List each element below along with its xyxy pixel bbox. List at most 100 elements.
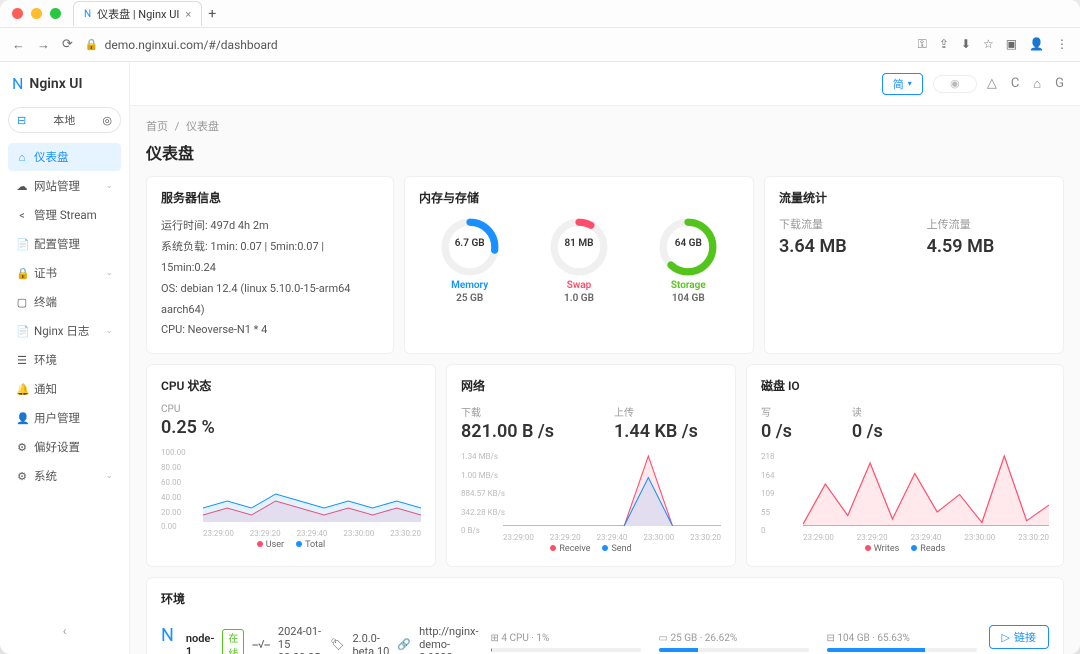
forward-icon[interactable]: → — [37, 37, 50, 53]
menu-icon[interactable]: ⋮ — [1056, 37, 1068, 52]
network-card: 网络 下载 821.00 B /s 上传 1.44 KB /s 1.34 M — [446, 364, 736, 567]
close-tab-icon[interactable]: × — [185, 8, 191, 21]
breadcrumb: 首页 / 仪表盘 — [146, 118, 1064, 134]
memory-icon: ▭ — [659, 633, 668, 644]
sidebar-item[interactable]: 📄配置管理 — [8, 230, 121, 258]
home-icon[interactable]: ⌂ — [1033, 76, 1041, 92]
card-title: 服务器信息 — [161, 189, 379, 206]
cpu-value: 0.25 % — [161, 417, 215, 438]
sidebar-item[interactable]: 👤用户管理 — [8, 404, 121, 432]
collapse-sidebar[interactable]: ‹ — [8, 618, 121, 644]
disk-io-card: 磁盘 IO 写 0 /s 读 0 /s 21816410955023:29: — [746, 364, 1064, 567]
back-icon[interactable]: ← — [12, 37, 25, 53]
bookmark-icon[interactable]: ☆ — [983, 37, 994, 52]
tab-title: 仪表盘 | Nginx UI — [97, 6, 179, 22]
menu-label: 用户管理 — [34, 410, 80, 426]
node-time: 2024-01-15 23:30:35 — [278, 625, 323, 654]
upload-value: 4.59 MB — [927, 236, 995, 257]
env-selector[interactable]: ⊟ 本地 ◎ — [8, 107, 121, 133]
favicon: N — [84, 9, 91, 20]
refresh-icon[interactable]: C — [1011, 76, 1019, 92]
menu-label: 通知 — [34, 381, 57, 397]
cpu-icon: ⊞ — [491, 633, 499, 644]
menu-label: 系统 — [34, 468, 57, 484]
profile-icon[interactable]: 👤 — [1029, 37, 1044, 52]
upload-label: 上传流量 — [927, 216, 995, 232]
sidebar-item[interactable]: 🔔 通知 — [8, 375, 121, 403]
menu-label: 仪表盘 — [34, 149, 69, 165]
logo-text: Nginx UI — [29, 76, 82, 92]
minimize-window[interactable] — [31, 8, 42, 19]
cpu-status-card: CPU 状态 CPU 0.25 % 100.0080.0060.0040.002… — [146, 364, 436, 567]
settings-icon: ◎ — [102, 114, 112, 127]
env-card: 环境 N node-1 在线 ⎯√⎯ 2024-01-15 23:30:35 🏷… — [146, 577, 1064, 654]
menu-icon: ☁ — [16, 180, 28, 193]
menu-icon: ☰ — [16, 354, 28, 367]
node-status: 在线 — [222, 629, 244, 654]
extensions-icon[interactable]: ▣ — [1006, 37, 1017, 52]
sidebar-item[interactable]: ▢终端 — [8, 288, 121, 316]
address-bar[interactable]: 🔒 demo.nginxui.com/#/dashboard — [85, 38, 278, 52]
menu-icon: < — [16, 209, 28, 222]
page-title: 仪表盘 — [146, 140, 1064, 164]
close-window[interactable] — [12, 8, 23, 19]
node-row: N node-1 在线 ⎯√⎯ 2024-01-15 23:30:35 🏷 2.… — [161, 617, 1049, 654]
menu-icon: 🔒 — [16, 267, 28, 280]
sidebar: N Nginx UI ⊟ 本地 ◎ ⌂ 仪表盘 ☁ 网站管理 ⌄ <管理 Stream📄配… — [0, 62, 130, 654]
read-speed: 0 /s — [852, 421, 883, 442]
chevron-down-icon: ⌄ — [105, 326, 113, 336]
disk-icon: ⊟ — [827, 633, 835, 644]
os: OS: debian 12.4 (linux 5.10.0-15-arm64 a… — [161, 279, 379, 321]
sidebar-item[interactable]: 📄 Nginx 日志 ⌄ — [8, 317, 121, 345]
heartbeat-icon: ⎯√⎯ — [252, 638, 270, 652]
upload-speed: 1.44 KB /s — [614, 421, 698, 442]
menu-icon: 📄 — [16, 325, 28, 338]
language-button[interactable]: 简 ▾ — [882, 73, 923, 95]
donut-gauge: 81 MB Swap 1.0 GB — [548, 216, 610, 304]
url-text: demo.nginxui.com/#/dashboard — [105, 38, 278, 52]
sidebar-item[interactable]: ☰ 环境 — [8, 346, 121, 374]
sidebar-item[interactable]: ⚙系统⌄ — [8, 462, 121, 490]
card-title: 流量统计 — [779, 189, 1049, 206]
env-label: 本地 — [53, 112, 75, 128]
traffic-card: 流量统计 下载流量 3.64 MB 上传流量 4.59 MB — [764, 176, 1064, 354]
logo[interactable]: N Nginx UI — [8, 72, 121, 95]
card-title: CPU 状态 — [161, 377, 421, 394]
link-button[interactable]: ▷ 链接 — [989, 625, 1049, 649]
new-tab-button[interactable]: + — [208, 6, 216, 22]
lock-icon: 🔒 — [85, 38, 99, 51]
menu-label: 偏好设置 — [34, 439, 80, 455]
nav-menu: ⌂ 仪表盘 ☁ 网站管理 ⌄ <管理 Stream📄配置管理 🔒 证书 ⌄ ▢终端 📄 Nginx 日… — [8, 143, 121, 490]
key-icon[interactable]: ⚿ — [918, 37, 927, 52]
download-icon[interactable]: ⬇ — [961, 37, 971, 52]
play-icon: ▷ — [1002, 631, 1010, 644]
menu-label: 网站管理 — [34, 178, 80, 194]
menu-icon: ⚙ — [16, 470, 28, 483]
sidebar-item[interactable]: ☁ 网站管理 ⌄ — [8, 172, 121, 200]
download-speed: 821.00 B /s — [461, 421, 554, 442]
share-icon[interactable]: ⇪ — [939, 37, 949, 52]
menu-label: 环境 — [34, 352, 57, 368]
chevron-down-icon: ⌄ — [105, 181, 113, 191]
menu-label: 证书 — [34, 265, 57, 281]
breadcrumb-home[interactable]: 首页 — [146, 120, 168, 133]
card-title: 环境 — [161, 590, 1049, 607]
sidebar-item[interactable]: 🔒证书⌄ — [8, 259, 121, 287]
menu-icon: ⚙ — [16, 441, 28, 454]
sidebar-item[interactable]: ⌂ 仪表盘 — [8, 143, 121, 171]
maximize-window[interactable] — [50, 8, 61, 19]
load: 系统负载: 1min: 0.07 | 5min:0.07 | 15min:0.2… — [161, 237, 379, 279]
sidebar-item[interactable]: <管理 Stream — [8, 201, 121, 229]
browser-tab[interactable]: N 仪表盘 | Nginx UI × — [73, 1, 202, 26]
node-icon: N — [161, 625, 174, 646]
theme-toggle[interactable]: ◉ — [933, 75, 977, 93]
bell-icon[interactable]: △ — [987, 76, 997, 92]
cpu: CPU: Neoverse-N1 * 4 — [161, 320, 379, 341]
logout-icon[interactable]: G — [1055, 76, 1064, 92]
menu-icon: ⌂ — [16, 151, 28, 164]
menu-icon: 🔔 — [16, 383, 28, 396]
reload-icon[interactable]: ⟳ — [62, 37, 73, 53]
donut-gauge: 64 GB Storage 104 GB — [657, 216, 719, 304]
menu-label: Nginx 日志 — [34, 323, 89, 339]
sidebar-item[interactable]: ⚙ 偏好设置 — [8, 433, 121, 461]
